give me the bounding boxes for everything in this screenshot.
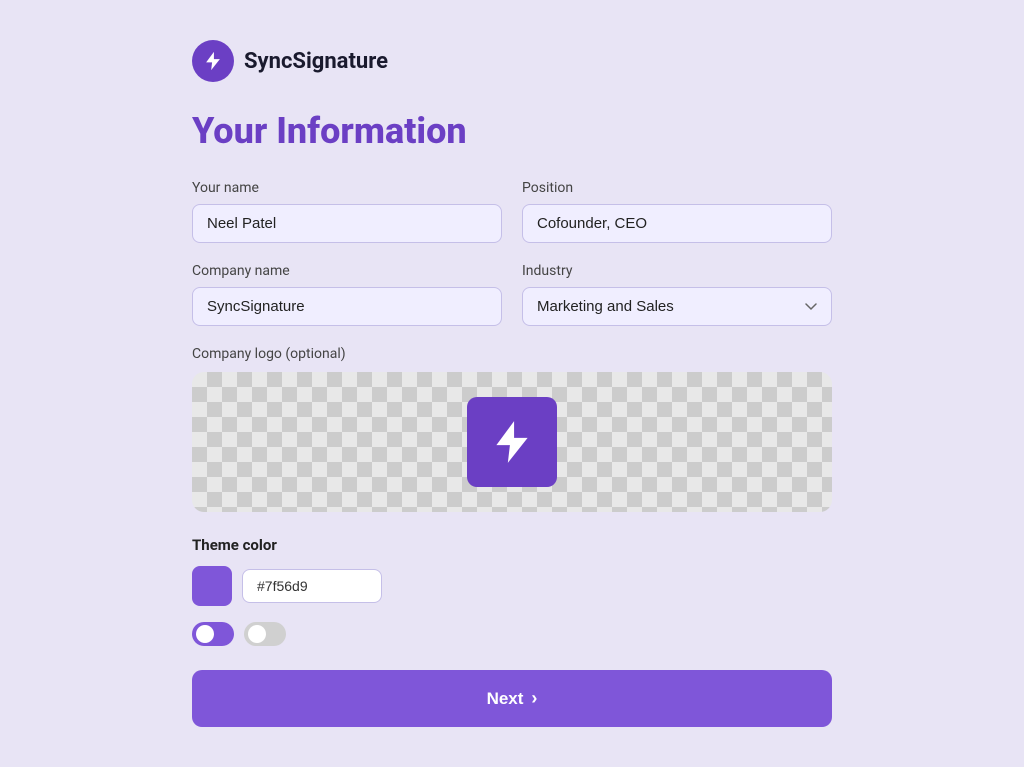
checkerboard-bg xyxy=(192,372,832,512)
toggle-on[interactable] xyxy=(192,622,234,646)
position-group: Position xyxy=(522,180,832,243)
toggle-off[interactable] xyxy=(244,622,286,646)
name-group: Your name xyxy=(192,180,502,243)
page-container: SyncSignature Your Information Your name… xyxy=(192,40,832,727)
lightning-bolt-icon xyxy=(202,50,224,72)
page-title: Your Information xyxy=(192,110,832,152)
name-input[interactable] xyxy=(192,204,502,243)
color-hex-input[interactable] xyxy=(242,569,382,603)
logo-row: SyncSignature xyxy=(192,40,832,82)
theme-color-row xyxy=(192,566,832,606)
company-industry-grid: Company name Industry Marketing and Sale… xyxy=(192,263,832,326)
name-label: Your name xyxy=(192,180,502,196)
company-label: Company name xyxy=(192,263,502,279)
toggle-thumb-off xyxy=(248,625,266,643)
theme-section: Theme color xyxy=(192,536,832,646)
logo-upload-area[interactable] xyxy=(192,372,832,512)
app-logo-icon xyxy=(192,40,234,82)
logo-upload-label: Company logo (optional) xyxy=(192,346,832,362)
company-group: Company name xyxy=(192,263,502,326)
industry-group: Industry Marketing and Sales Technology … xyxy=(522,263,832,326)
logo-section: Company logo (optional) xyxy=(192,346,832,512)
toggle-thumb-on xyxy=(196,625,214,643)
next-button-label: Next xyxy=(487,689,524,709)
logo-preview-icon xyxy=(487,417,537,467)
chevron-right-icon: › xyxy=(531,688,537,709)
theme-color-label: Theme color xyxy=(192,536,832,554)
logo-preview xyxy=(467,397,557,487)
color-swatch-button[interactable] xyxy=(192,566,232,606)
name-position-grid: Your name Position xyxy=(192,180,832,243)
position-label: Position xyxy=(522,180,832,196)
industry-label: Industry xyxy=(522,263,832,279)
toggle-row xyxy=(192,622,832,646)
company-input[interactable] xyxy=(192,287,502,326)
next-button[interactable]: Next › xyxy=(192,670,832,727)
position-input[interactable] xyxy=(522,204,832,243)
app-logo-text: SyncSignature xyxy=(244,49,388,74)
industry-select[interactable]: Marketing and Sales Technology Finance H… xyxy=(522,287,832,326)
